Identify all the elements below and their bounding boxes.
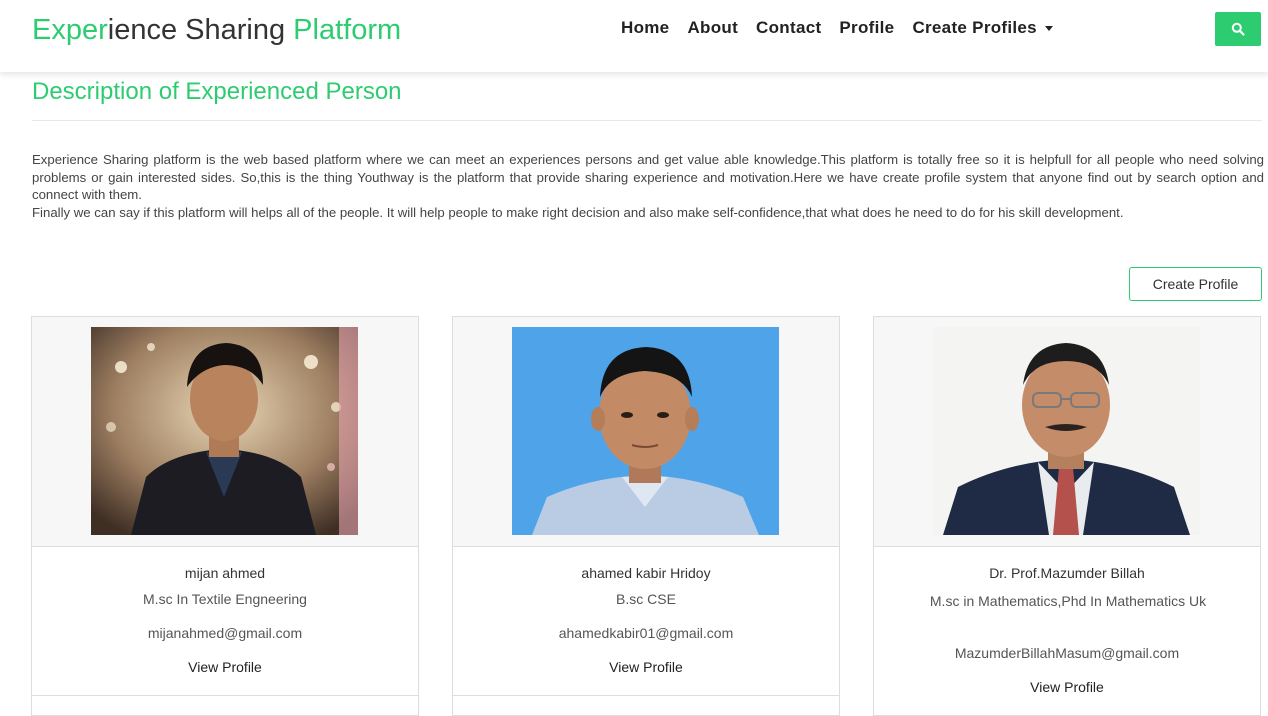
main-nav: Home About Contact Profile Create Profil… [621,18,1053,38]
profile-photo-area [874,317,1260,547]
profile-photo[interactable] [91,327,358,535]
profile-photo-area [453,317,839,547]
profile-name: ahamed kabir Hridoy [581,565,711,581]
profile-email: ahamedkabir01@gmail.com [558,625,734,641]
profile-qualification: M.sc in Mathematics,Phd In Mathematics U… [929,593,1207,609]
top-navbar: Experience Sharing Platform Home About C… [0,0,1268,72]
title-divider [32,120,1262,121]
card-footer-divider [453,695,839,696]
description-text: Experience Sharing platform is the web b… [32,151,1264,221]
profile-qualification: M.sc In Textile Engneering [143,591,307,607]
profile-email: mijanahmed@gmail.com [147,625,303,641]
nav-about[interactable]: About [687,18,738,38]
profile-card: ahamed kabir Hridoy B.sc CSE ahamedkabir… [452,316,840,716]
nav-home[interactable]: Home [621,18,669,38]
nav-profile[interactable]: Profile [839,18,894,38]
view-profile-link[interactable]: View Profile [453,659,839,675]
search-button[interactable] [1215,12,1261,46]
search-icon [1231,22,1245,36]
profile-photo[interactable] [933,327,1200,535]
page-title: Description of Experienced Person [32,78,402,105]
brand-part-1: Exper [32,14,108,46]
profile-qualification: B.sc CSE [616,591,676,607]
card-footer-divider [32,695,418,696]
description-paragraph-1: Experience Sharing platform is the web b… [32,152,1264,202]
create-profile-button[interactable]: Create Profile [1129,267,1262,301]
view-profile-link[interactable]: View Profile [32,659,418,675]
nav-create-profiles-dropdown[interactable]: Create Profiles [912,18,1053,38]
brand-part-3: Platform [293,14,402,46]
brand-part-2: ience Sharing [107,14,294,46]
profile-photo[interactable] [512,327,779,535]
brand-logo[interactable]: Experience Sharing Platform [32,13,401,47]
nav-create-profiles-label: Create Profiles [912,18,1037,37]
caret-down-icon [1044,25,1053,31]
profile-name: mijan ahmed [184,565,266,581]
profile-card: mijan ahmed M.sc In Textile Engneering m… [31,316,419,716]
view-profile-link[interactable]: View Profile [874,679,1260,695]
nav-contact[interactable]: Contact [756,18,821,38]
profile-card: Dr. Prof.Mazumder Billah M.sc in Mathema… [873,316,1261,716]
profile-email: MazumderBillahMasum@gmail.com [954,645,1180,661]
description-paragraph-2: Finally we can say if this platform will… [32,204,1124,220]
profile-name: Dr. Prof.Mazumder Billah [989,565,1145,581]
profile-photo-area [32,317,418,547]
